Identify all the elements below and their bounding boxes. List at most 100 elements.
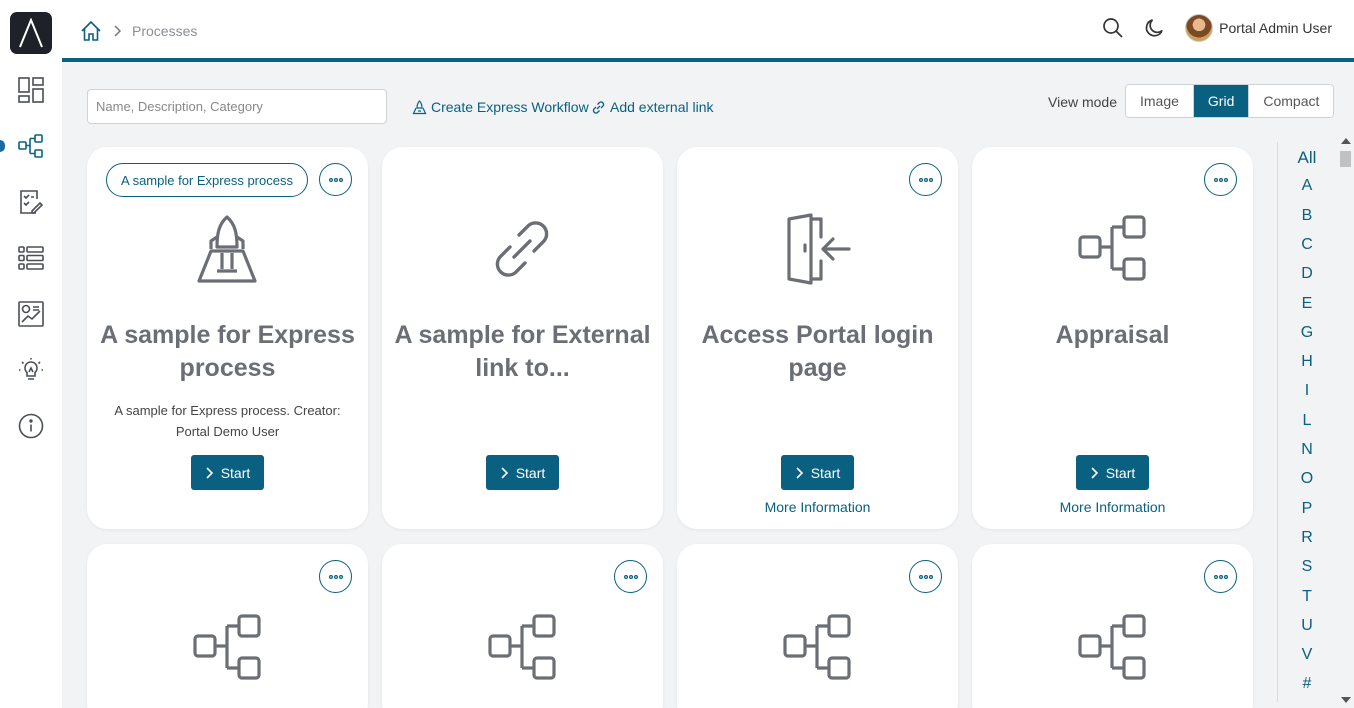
avatar[interactable] xyxy=(1185,14,1214,42)
alphabet-index: All A B C D E G H I L N O P R S T U V # xyxy=(1277,142,1335,702)
process-card[interactable]: A sample for External link to... Start xyxy=(382,147,663,529)
process-card[interactable] xyxy=(87,544,368,708)
category-badge[interactable]: A sample for Express process xyxy=(106,163,308,197)
process-card[interactable]: Appraisal Start More Information xyxy=(972,147,1253,529)
app-logo[interactable] xyxy=(10,12,52,54)
alphabet-index-item[interactable]: L xyxy=(1278,412,1336,430)
search-button[interactable] xyxy=(1101,16,1125,40)
card-title: Appraisal xyxy=(1055,321,1170,349)
process-tree-icon xyxy=(193,614,261,680)
scrollbar[interactable] xyxy=(1337,134,1354,708)
nav-about[interactable] xyxy=(0,406,62,446)
process-icon xyxy=(18,134,43,158)
alphabet-index-item[interactable]: O xyxy=(1278,470,1336,488)
alphabet-index-item[interactable]: All xyxy=(1278,148,1336,168)
rocket-icon xyxy=(197,215,257,283)
nav-processes[interactable] xyxy=(0,126,62,166)
process-card[interactable]: A sample for Express process A sample fo… xyxy=(87,147,368,529)
alphabet-index-item[interactable]: R xyxy=(1278,529,1336,547)
alphabet-index-item[interactable]: B xyxy=(1278,207,1336,225)
alphabet-index-item[interactable]: # xyxy=(1278,675,1336,693)
user-name[interactable]: Portal Admin User xyxy=(1219,20,1332,36)
rocket-icon xyxy=(412,99,427,114)
alphabet-index-item[interactable]: P xyxy=(1278,500,1336,518)
process-card[interactable]: Access Portal login page Start More Info… xyxy=(677,147,958,529)
ellipsis-icon xyxy=(623,574,638,579)
ellipsis-icon xyxy=(918,177,933,182)
scroll-down-arrow[interactable] xyxy=(1341,697,1351,703)
link-icon xyxy=(592,100,605,114)
alphabet-index-item[interactable]: G xyxy=(1278,324,1336,342)
nav-statistics[interactable] xyxy=(0,294,62,334)
card-title: A sample for Express process xyxy=(100,321,355,382)
more-options-button[interactable] xyxy=(319,560,352,593)
start-label: Start xyxy=(810,464,841,481)
view-mode-image[interactable]: Image xyxy=(1126,85,1194,117)
process-tree-icon xyxy=(1078,215,1146,281)
statistics-icon xyxy=(18,301,44,327)
card-title: Access Portal login page xyxy=(701,321,934,382)
start-button[interactable]: Start xyxy=(1076,455,1149,490)
alphabet-index-item[interactable]: I xyxy=(1278,382,1336,400)
alphabet-index-item[interactable]: U xyxy=(1278,617,1336,635)
view-mode-toggle: Image Grid Compact xyxy=(1125,84,1335,118)
nav-dashboard[interactable] xyxy=(0,70,62,110)
process-card[interactable] xyxy=(972,544,1253,708)
process-card[interactable] xyxy=(382,544,663,708)
more-options-button[interactable] xyxy=(909,163,942,196)
more-options-button[interactable] xyxy=(909,560,942,593)
active-indicator xyxy=(0,140,5,152)
alphabet-index-item[interactable]: V xyxy=(1278,646,1336,664)
dark-mode-toggle[interactable] xyxy=(1143,16,1167,40)
task-checklist-icon xyxy=(20,190,44,214)
alphabet-index-item[interactable]: E xyxy=(1278,295,1336,313)
login-door-icon xyxy=(787,213,851,285)
breadcrumb: Processes xyxy=(80,20,197,42)
alphabet-index-item[interactable]: C xyxy=(1278,236,1336,254)
more-options-button[interactable] xyxy=(1204,560,1237,593)
view-mode-grid[interactable]: Grid xyxy=(1193,85,1250,117)
card-description: A sample for Express process. Creator: P… xyxy=(114,403,341,439)
more-options-button[interactable] xyxy=(614,560,647,593)
scroll-up-arrow[interactable] xyxy=(1341,138,1351,144)
more-information-link[interactable]: More Information xyxy=(677,499,958,515)
chevron-right-icon xyxy=(206,466,213,479)
scroll-thumb[interactable] xyxy=(1340,151,1351,167)
more-information-link[interactable]: More Information xyxy=(972,499,1253,515)
more-options-button[interactable] xyxy=(1204,163,1237,196)
nav-cases[interactable] xyxy=(0,238,62,278)
view-mode-compact[interactable]: Compact xyxy=(1249,85,1334,117)
logo-icon xyxy=(19,18,43,48)
info-icon xyxy=(18,413,44,439)
alphabet-index-item[interactable]: H xyxy=(1278,353,1336,371)
list-icon xyxy=(18,246,44,270)
chevron-right-icon xyxy=(501,466,508,479)
search-input[interactable] xyxy=(87,89,387,124)
nav-ideas[interactable] xyxy=(0,350,62,390)
start-button[interactable]: Start xyxy=(486,455,559,490)
start-button[interactable]: Start xyxy=(191,455,264,490)
alphabet-index-item[interactable]: T xyxy=(1278,588,1336,606)
alphabet-index-item[interactable]: N xyxy=(1278,441,1336,459)
alphabet-index-item[interactable]: S xyxy=(1278,558,1336,576)
alphabet-index-item[interactable]: D xyxy=(1278,265,1336,283)
start-button[interactable]: Start xyxy=(781,455,854,490)
ellipsis-icon xyxy=(918,574,933,579)
card-title: A sample for External link to... xyxy=(394,321,651,382)
ellipsis-icon xyxy=(328,177,343,182)
process-tree-icon xyxy=(1078,614,1146,680)
lightbulb-icon xyxy=(19,358,43,380)
moon-icon xyxy=(1145,19,1163,37)
create-express-workflow-link[interactable]: Create Express Workflow xyxy=(412,99,589,115)
start-label: Start xyxy=(1105,464,1136,481)
more-options-button[interactable] xyxy=(319,163,352,196)
breadcrumb-current: Processes xyxy=(132,23,198,39)
header-actions: Portal Admin User xyxy=(1101,14,1332,42)
home-icon[interactable] xyxy=(80,20,102,42)
alphabet-index-item[interactable]: A xyxy=(1278,177,1336,195)
add-external-link[interactable]: Add external link xyxy=(591,99,714,115)
process-tree-icon xyxy=(488,614,556,680)
add-external-label: Add external link xyxy=(610,99,714,115)
nav-tasks[interactable] xyxy=(0,182,62,222)
process-card[interactable] xyxy=(677,544,958,708)
